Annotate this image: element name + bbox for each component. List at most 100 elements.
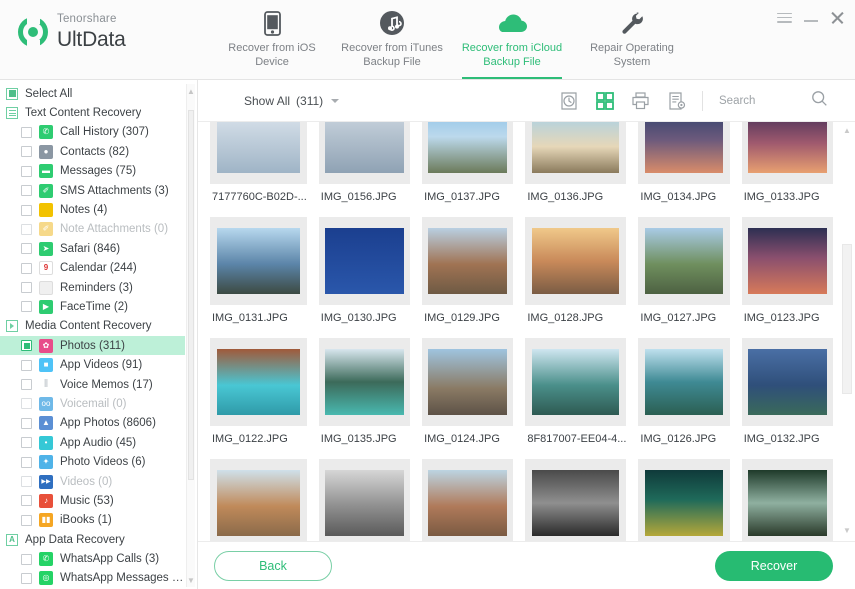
thumbnail-cell[interactable]: IMG_1044.JPG [210, 459, 307, 541]
grid-scroll-up-icon[interactable]: ▲ [842, 124, 852, 137]
thumbnail-image[interactable] [525, 338, 627, 426]
thumbnail-image[interactable] [638, 122, 730, 184]
thumbnail-cell[interactable]: IMG_1043.JPG [318, 459, 411, 541]
thumbnail-image[interactable] [525, 459, 627, 541]
sidebar-item-photo-videos[interactable]: ✦ Photo Videos (6) [0, 452, 185, 471]
grid-scroll-down-icon[interactable]: ▼ [842, 524, 852, 537]
thumbnail-image[interactable] [210, 122, 307, 184]
thumbnail-cell[interactable]: IMG_0123.JPG [741, 217, 833, 338]
thumbnail-image[interactable] [422, 122, 514, 184]
thumbnail-image[interactable] [422, 338, 514, 426]
checkbox[interactable] [21, 495, 32, 507]
grid-view-icon[interactable] [595, 91, 614, 110]
menu-button[interactable] [777, 10, 792, 25]
sidebar-scroll-up-icon[interactable]: ▲ [187, 84, 195, 98]
thumbnail-image[interactable] [210, 459, 307, 541]
search-icon[interactable] [811, 90, 828, 112]
thumbnail-cell[interactable]: IMG_0126.JPG [638, 338, 730, 459]
thumbnail-image[interactable] [638, 338, 730, 426]
checkbox[interactable] [21, 243, 32, 255]
checkbox[interactable] [21, 398, 32, 410]
thumbnail-image[interactable] [741, 459, 833, 541]
tab-repair-operating-system[interactable]: Repair Operating System [572, 0, 692, 79]
checkbox[interactable] [21, 204, 32, 216]
thumbnail-cell[interactable]: IMG_0127.JPG [638, 217, 730, 338]
thumbnail-cell[interactable]: IMG_0133.JPG [741, 122, 833, 217]
thumbnail-cell[interactable]: 8F817007-EE04-4... [525, 338, 627, 459]
sidebar-item-sms-attachments[interactable]: ✐ SMS Attachments (3) [0, 181, 185, 200]
sidebar-item-call-history[interactable]: ✆ Call History (307) [0, 123, 185, 142]
thumbnail-cell[interactable]: IMG_0134.JPG [638, 122, 730, 217]
sidebar-item-photos[interactable]: ✿ Photos (311) [0, 336, 185, 356]
thumbnail-image[interactable] [525, 122, 627, 184]
sidebar-select-all[interactable]: Select All [0, 84, 185, 103]
thumbnail-cell[interactable]: IMG_0135.JPG [318, 338, 411, 459]
checkbox[interactable] [21, 126, 32, 138]
thumbnail-cell[interactable]: IMG_0129.JPG [422, 217, 514, 338]
checkbox[interactable] [21, 262, 32, 274]
grid-scroll-thumb[interactable] [842, 244, 852, 394]
checkbox[interactable] [21, 476, 32, 487]
thumbnail-image[interactable] [741, 122, 833, 184]
thumbnail-image[interactable] [741, 338, 833, 426]
thumbnail-image[interactable] [210, 338, 307, 426]
thumbnail-cell[interactable]: IMG_0130.JPG [318, 217, 411, 338]
checkbox[interactable] [21, 572, 32, 584]
checkbox[interactable] [21, 282, 32, 294]
sidebar-item-voicemail[interactable]: oo Voicemail (0) [0, 394, 185, 413]
thumbnail-cell[interactable]: 7177760C-B02D-... [210, 122, 307, 217]
thumbnail-image[interactable] [210, 217, 307, 305]
sidebar-item-app-audio[interactable]: • App Audio (45) [0, 433, 185, 452]
thumbnail-cell[interactable]: IMG_0122.JPG [210, 338, 307, 459]
list-lines-icon[interactable] [6, 107, 18, 120]
recover-button[interactable]: Recover [715, 550, 833, 581]
thumbnail-image[interactable] [638, 459, 730, 541]
sidebar-item-notes[interactable]: Notes (4) [0, 200, 185, 219]
back-button[interactable]: Back [214, 550, 332, 581]
thumbnail-image[interactable] [525, 217, 627, 305]
show-all-dropdown[interactable]: Show All (311) [244, 94, 340, 108]
thumbnail-image[interactable] [741, 217, 833, 305]
sidebar-item-voice-memos[interactable]: ‖ Voice Memos (17) [0, 375, 185, 394]
thumbnail-image[interactable] [318, 338, 411, 426]
sidebar-item-facetime[interactable]: ▶ FaceTime (2) [0, 297, 185, 316]
sidebar-item-app-photos[interactable]: ▲ App Photos (8606) [0, 414, 185, 433]
checkbox[interactable] [21, 456, 32, 468]
checkbox[interactable] [21, 223, 32, 235]
sidebar-scroll-down-icon[interactable]: ▼ [187, 573, 195, 587]
sidebar-scrollbar[interactable]: ▲ ▼ [186, 84, 195, 587]
thumbnail-cell[interactable]: IMG_0137.JPG [422, 122, 514, 217]
sidebar-item-messages[interactable]: ▬ Messages (75) [0, 162, 185, 181]
thumbnail-cell[interactable]: IMG_0124.JPG [422, 338, 514, 459]
thumbnail-cell[interactable]: IMG_0132.JPG [741, 338, 833, 459]
sidebar-item-videos[interactable]: ▶▶ Videos (0) [0, 472, 185, 491]
checkbox[interactable] [21, 379, 32, 391]
sidebar-item-reminders[interactable]: Reminders (3) [0, 278, 185, 297]
sidebar-item-whatsapp-calls[interactable]: ✆ WhatsApp Calls (3) [0, 549, 185, 568]
checkbox[interactable] [21, 146, 32, 158]
sidebar-item-app-videos[interactable]: ■ App Videos (91) [0, 355, 185, 374]
export-settings-icon[interactable] [667, 91, 686, 110]
sidebar-item-whatsapp-messages[interactable]: ◎ WhatsApp Messages (3) [0, 569, 185, 588]
minimize-button[interactable] [804, 13, 818, 22]
thumbnail-cell[interactable]: IMG_1040.JPG [638, 459, 730, 541]
thumbnail-cell[interactable]: IMG_1042.JPG [422, 459, 514, 541]
thumbnail-cell[interactable]: IMG_0131.JPG [210, 217, 307, 338]
app-letter-icon[interactable]: A [6, 533, 18, 546]
sidebar-item-safari[interactable]: ➤ Safari (846) [0, 239, 185, 258]
sidebar-scroll-thumb[interactable] [188, 110, 194, 480]
checkbox[interactable] [21, 301, 32, 313]
thumbnail-image[interactable] [422, 459, 514, 541]
select-all-checkbox[interactable] [6, 87, 18, 100]
checkbox[interactable] [21, 359, 32, 371]
grid-scrollbar[interactable]: ▲ ▼ [842, 124, 852, 537]
checkbox[interactable] [21, 165, 32, 177]
sidebar-item-ibooks[interactable]: ▮▮ iBooks (1) [0, 511, 185, 530]
checkbox[interactable] [21, 340, 32, 352]
sidebar-item-calendar[interactable]: 9 Calendar (244) [0, 259, 185, 278]
sidebar-section-text-content-recovery[interactable]: Text Content Recovery [0, 103, 185, 122]
close-button[interactable] [830, 10, 845, 25]
print-icon[interactable] [631, 91, 650, 110]
sidebar-section-media-content-recovery[interactable]: Media Content Recovery [0, 317, 185, 336]
checkbox[interactable] [21, 185, 32, 197]
